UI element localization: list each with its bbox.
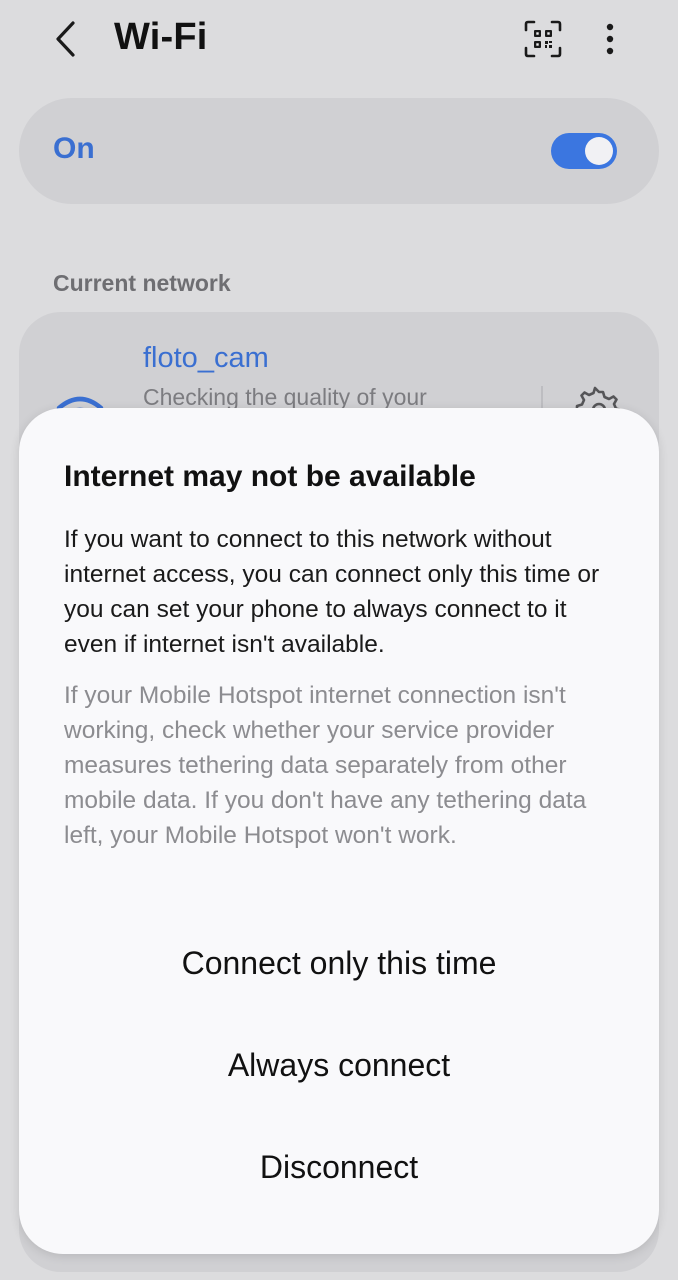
network-name[interactable]: floto_cam [143,342,269,375]
back-button[interactable] [44,14,88,64]
network-status: Checking the quality of your [143,384,427,410]
app-header: Wi-Fi [0,0,678,80]
dialog-title: Internet may not be available [64,460,476,493]
dialog-hotspot-note: If your Mobile Hotspot internet connecti… [64,682,587,849]
disconnect-button[interactable]: Disconnect [19,1132,659,1202]
wifi-master-toggle-row[interactable]: On [19,98,659,204]
wifi-toggle-switch[interactable] [551,133,617,169]
dialog-message: If you want to connect to this network w… [64,526,600,658]
always-connect-button[interactable]: Always connect [19,1030,659,1100]
connect-only-this-time-button[interactable]: Connect only this time [19,928,659,998]
page-title: Wi-Fi [114,16,208,58]
toggle-knob [585,137,613,165]
more-options-button[interactable] [590,16,630,62]
qr-code-scan-icon [524,20,562,58]
qr-scan-button[interactable] [520,16,566,62]
chevron-left-icon [56,21,75,57]
internet-unavailable-dialog: Internet may not be available If you wan… [19,408,659,1254]
section-header-current-network: Current network [53,270,231,296]
more-vertical-icon [606,23,614,55]
wifi-state-label: On [53,132,95,165]
